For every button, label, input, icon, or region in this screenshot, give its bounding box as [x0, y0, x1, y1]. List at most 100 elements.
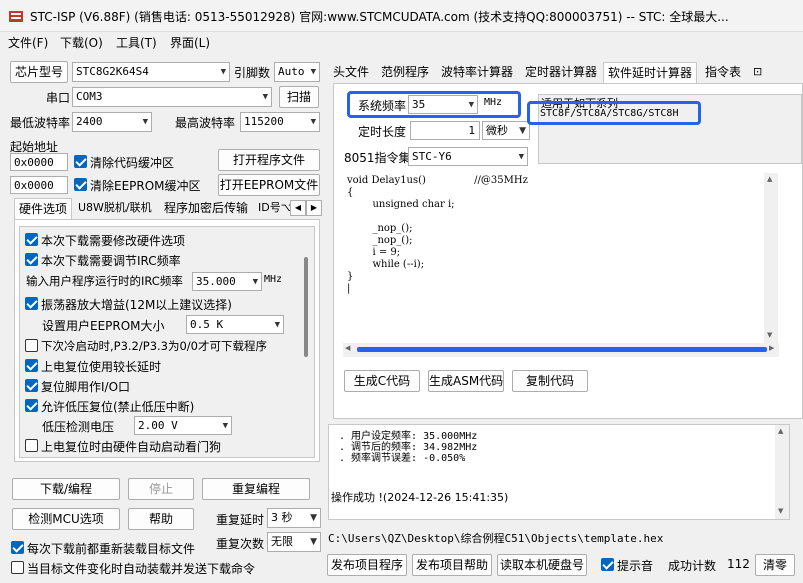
menu-download[interactable]: 下载(O): [60, 34, 103, 51]
address-input-1[interactable]: 0x0000: [10, 153, 68, 171]
repeat-delay-select[interactable]: 3 秒 ▼: [267, 508, 321, 528]
delay-unit-select[interactable]: 微秒 ▼: [482, 121, 530, 140]
option-label: 振荡器放大增益(12M以上建议选择): [41, 298, 232, 312]
clear-code-checkbox[interactable]: [74, 155, 87, 168]
h-scrollbar-thumb[interactable]: [357, 347, 767, 352]
menu-bar: 文件(F) 下载(O) 工具(T) 界面(L): [0, 32, 803, 52]
option-label: 上电复位使用较长延时: [41, 360, 162, 374]
irc-select[interactable]: 35.000 ▼: [192, 272, 262, 291]
pins-select[interactable]: Auto ▼: [274, 62, 320, 82]
tab-overflow-icon[interactable]: ⊡: [749, 62, 766, 84]
repeat-count-label: 重复次数: [216, 537, 265, 551]
isa-select[interactable]: STC-Y6 ▼: [408, 147, 528, 166]
scroll-up-icon[interactable]: ▲: [778, 427, 783, 435]
tab-u8w[interactable]: U8W脱机/联机: [74, 198, 156, 220]
min-baud-select[interactable]: 2400 ▼: [72, 112, 152, 132]
gen-asm-code-button[interactable]: 生成ASM代码: [428, 370, 504, 392]
right-tab-bar: 头文件 范例程序 波特率计算器 定时器计算器 软件延时计算器 指令表 ⊡: [329, 62, 803, 84]
delay-calculator-panel: 系统频率 35 ▼ MHz 定时长度 1 微秒 ▼ 8051指令集 STC-Y6 ▼ …: [333, 83, 803, 419]
eeprom-size-select[interactable]: 0.5 K ▼: [186, 315, 284, 334]
code-h-scrollbar[interactable]: ◀ ▶: [343, 343, 779, 357]
clear-eeprom-checkbox[interactable]: [74, 178, 87, 191]
log-line: . 调节后的频率: 34.982MHz: [339, 442, 478, 453]
repeat-program-button[interactable]: 重复编程: [202, 478, 310, 500]
option-checkbox[interactable]: [25, 339, 38, 352]
copy-code-button[interactable]: 复制代码: [512, 370, 588, 392]
auto-send-checkbox[interactable]: [11, 561, 24, 574]
stop-button[interactable]: 停止: [128, 478, 194, 500]
log-status: 操作成功 !(2024-12-26 15:41:35): [331, 491, 509, 504]
option-label: 允许低压复位(禁止低压中断): [41, 400, 195, 414]
low-voltage-select[interactable]: 2.00 V ▼: [134, 416, 232, 435]
code-scrollbar[interactable]: ▲ ▼: [764, 173, 778, 343]
scroll-down-icon[interactable]: ▼: [767, 331, 772, 339]
help-button[interactable]: 帮助: [128, 508, 194, 530]
scrollbar-thumb[interactable]: [304, 257, 308, 357]
scroll-right-icon[interactable]: ▶: [769, 344, 774, 352]
tab-instruction-table[interactable]: 指令表: [701, 62, 745, 84]
irc-label: 输入用户程序运行时的IRC频率: [26, 274, 183, 288]
read-disk-button[interactable]: 读取本机硬盘号: [497, 554, 587, 576]
window-title: STC-ISP (V6.88F) (销售电话: 0513-55012928) 官…: [30, 10, 729, 24]
file-path: C:\Users\QZ\Desktop\综合例程C51\Objects\temp…: [328, 532, 664, 545]
log-scrollbar[interactable]: ▲ ▼: [775, 425, 789, 519]
tab-scroll-left-icon[interactable]: ◀: [290, 200, 306, 216]
open-eeprom-button[interactable]: 打开EEPROM文件: [218, 174, 320, 196]
option-checkbox[interactable]: [25, 233, 38, 246]
port-select[interactable]: COM3 ▼: [72, 87, 272, 107]
option-label: 下次冷启动时,P3.2/P3.3为0/0才可下载程序: [41, 339, 267, 353]
menu-tools[interactable]: 工具(T): [116, 34, 157, 51]
menu-file[interactable]: 文件(F): [8, 34, 48, 51]
port-label: 串口: [46, 91, 71, 105]
irc-unit: MHz: [264, 274, 283, 285]
repeat-count-select[interactable]: 无限 ▼: [267, 532, 321, 552]
tab-scroll-right-icon[interactable]: ▶: [306, 200, 322, 216]
download-button[interactable]: 下载/编程: [12, 478, 120, 500]
max-baud-select[interactable]: 115200 ▼: [240, 112, 320, 132]
tab-encrypt[interactable]: 程序加密后传输: [160, 198, 252, 220]
left-tab-bar: 硬件选项 U8W脱机/联机 程序加密后传输 ID号⌥ ◀ ▶: [14, 198, 322, 220]
option-checkbox[interactable]: [25, 439, 38, 452]
low-voltage-label: 低压检测电压: [42, 420, 115, 434]
log-line: . 用户设定频率: 35.000MHz: [339, 431, 478, 442]
tab-timer-calculator[interactable]: 定时器计算器: [521, 62, 601, 84]
series-highlight: [527, 101, 701, 125]
chip-type-button[interactable]: 芯片型号: [10, 61, 68, 83]
option-checkbox[interactable]: [25, 253, 38, 266]
options-scrollbar[interactable]: [300, 227, 314, 457]
option-label: 本次下载需要修改硬件选项: [41, 234, 186, 248]
pins-label: 引脚数: [234, 66, 271, 80]
gen-c-code-button[interactable]: 生成C代码: [344, 370, 420, 392]
auto-send-label: 当目标文件变化时自动装载并发送下载命令: [27, 562, 256, 576]
reload-checkbox[interactable]: [11, 541, 24, 554]
tab-delay-calculator[interactable]: 软件延时计算器: [603, 62, 698, 84]
tab-hardware-options[interactable]: 硬件选项: [14, 198, 73, 220]
tab-examples[interactable]: 范例程序: [377, 62, 433, 84]
option-checkbox[interactable]: [25, 399, 38, 412]
sound-checkbox[interactable]: [601, 558, 614, 571]
option-checkbox[interactable]: [25, 297, 38, 310]
log-output[interactable]: . 用户设定频率: 35.000MHz . 调节后的频率: 34.982MHz …: [328, 424, 790, 520]
clear-count-button[interactable]: 清零: [755, 554, 795, 576]
scroll-down-icon[interactable]: ▼: [778, 507, 783, 515]
tab-header-files[interactable]: 头文件: [329, 62, 373, 84]
delay-length-input[interactable]: 1: [410, 121, 480, 140]
option-checkbox[interactable]: [25, 379, 38, 392]
chip-type-select[interactable]: STC8G2K64S4 ▼: [72, 62, 230, 82]
scan-button[interactable]: 扫描: [279, 86, 319, 108]
scroll-left-icon[interactable]: ◀: [345, 344, 350, 352]
address-input-2[interactable]: 0x0000: [10, 176, 68, 194]
detect-mcu-button[interactable]: 检测MCU选项: [12, 508, 120, 530]
tab-baud-calculator[interactable]: 波特率计算器: [437, 62, 517, 84]
publish-help-button[interactable]: 发布项目帮助: [412, 554, 492, 576]
publish-program-button[interactable]: 发布项目程序: [327, 554, 407, 576]
sound-label: 提示音: [617, 559, 654, 573]
delay-length-label: 定时长度: [358, 125, 407, 139]
menu-interface[interactable]: 界面(L): [170, 34, 210, 51]
code-output[interactable]: void Delay1us() //@35MHz { unsigned char…: [343, 173, 779, 343]
clear-code-label: 清除代码缓冲区: [90, 156, 175, 170]
max-baud-label: 最高波特率: [175, 116, 236, 130]
option-checkbox[interactable]: [25, 359, 38, 372]
open-program-button[interactable]: 打开程序文件: [218, 149, 320, 171]
scroll-up-icon[interactable]: ▲: [767, 175, 772, 183]
